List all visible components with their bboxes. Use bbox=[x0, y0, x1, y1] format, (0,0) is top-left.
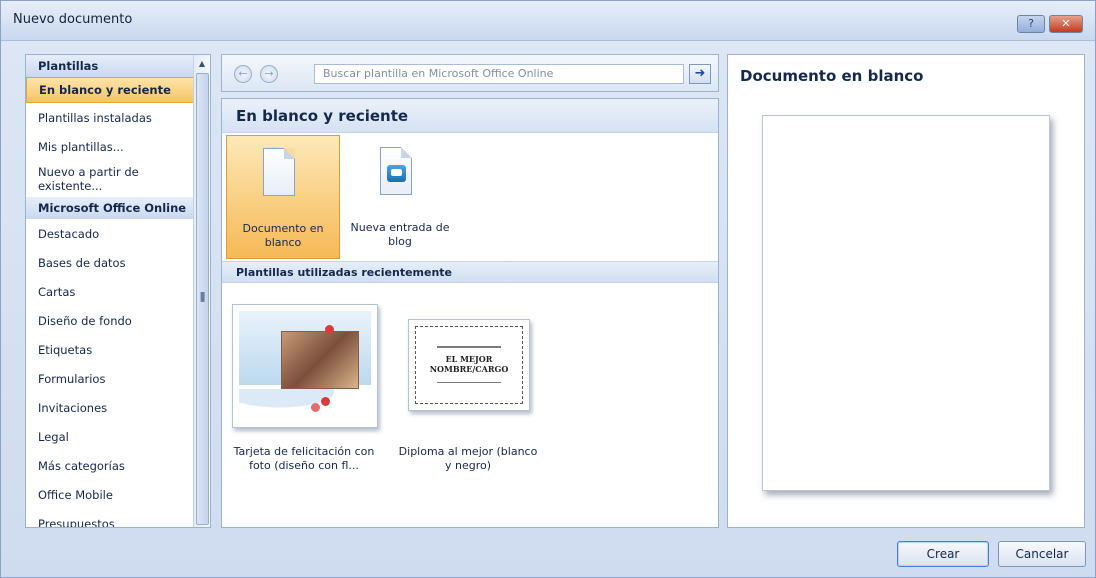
close-icon[interactable]: ✕ bbox=[1049, 15, 1083, 33]
photo-image bbox=[281, 331, 359, 389]
sidebar-list: Plantillas En blanco y reciente Plantill… bbox=[26, 55, 194, 528]
sidebar-item-etiquetas[interactable]: Etiquetas bbox=[26, 335, 194, 364]
search-toolbar: ← → Buscar plantilla en Microsoft Office… bbox=[221, 54, 719, 92]
sidebar-item-diseno-de-fondo[interactable]: Diseño de fondo bbox=[26, 306, 194, 335]
preview-title: Documento en blanco bbox=[740, 67, 924, 85]
window-title: Nuevo documento bbox=[13, 12, 133, 27]
sidebar-item-cartas[interactable]: Cartas bbox=[26, 277, 194, 306]
back-icon[interactable]: ← bbox=[234, 65, 252, 83]
scroll-thumb[interactable]: ▪ ▪ ▪ bbox=[196, 73, 209, 525]
recent-template-label: Diploma al mejor (blanco y negro) bbox=[398, 445, 538, 472]
sidebar-header-plantillas: Plantillas bbox=[26, 55, 194, 77]
thumbnail-greeting-card[interactable] bbox=[232, 304, 378, 428]
sidebar-item-en-blanco-y-reciente[interactable]: En blanco y reciente bbox=[26, 77, 194, 103]
create-button[interactable]: Crear bbox=[897, 541, 989, 567]
tile-label: Documento en blanco bbox=[242, 222, 324, 249]
diploma-text: EL MEJOR NOMBRE/CARGO bbox=[429, 354, 509, 374]
grip-icon: ▪ ▪ ▪ bbox=[200, 289, 206, 304]
scroll-up-icon[interactable]: ▲ bbox=[195, 56, 209, 71]
sidebar-item-mis-plantillas[interactable]: Mis plantillas... bbox=[26, 132, 194, 161]
tile-blog-post[interactable]: Nueva entrada de blog bbox=[344, 135, 456, 259]
blank-document-icon bbox=[263, 148, 295, 196]
sidebar-item-mas-categorias[interactable]: Más categorías bbox=[26, 451, 194, 480]
sidebar-item-formularios[interactable]: Formularios bbox=[26, 364, 194, 393]
sidebar-item-presupuestos[interactable]: Presupuestos bbox=[26, 509, 194, 528]
new-document-dialog: Nuevo documento ? ✕ Plantillas En blanco… bbox=[0, 0, 1096, 578]
recent-templates-header: Plantillas utilizadas recientemente bbox=[222, 261, 718, 283]
sidebar-header-microsoft-office-online: Microsoft Office Online bbox=[26, 197, 194, 219]
document-preview bbox=[762, 115, 1050, 491]
preview-pane: Documento en blanco bbox=[727, 54, 1085, 528]
tile-label: Nueva entrada de blog bbox=[350, 221, 450, 248]
sidebar-item-legal[interactable]: Legal bbox=[26, 422, 194, 451]
sidebar-item-destacado[interactable]: Destacado bbox=[26, 219, 194, 248]
sidebar-item-plantillas-instaladas[interactable]: Plantillas instaladas bbox=[26, 103, 194, 132]
title-bar: Nuevo documento ? ✕ bbox=[1, 1, 1095, 41]
search-go-icon[interactable]: ➜ bbox=[689, 64, 711, 84]
tile-blank-document[interactable]: Documento en blanco bbox=[226, 135, 340, 259]
sidebar-item-invitaciones[interactable]: Invitaciones bbox=[26, 393, 194, 422]
sidebar-scrollbar[interactable]: ▲ ▪ ▪ ▪ bbox=[193, 55, 210, 527]
sidebar-item-office-mobile[interactable]: Office Mobile bbox=[26, 480, 194, 509]
sidebar-item-bases-de-datos[interactable]: Bases de datos bbox=[26, 248, 194, 277]
cancel-button[interactable]: Cancelar bbox=[998, 541, 1086, 567]
thumbnail-diploma[interactable]: EL MEJOR NOMBRE/CARGO bbox=[408, 319, 530, 411]
blog-post-icon bbox=[380, 147, 412, 195]
forward-icon[interactable]: → bbox=[260, 65, 278, 83]
sidebar-item-nuevo-a-partir-de-existente[interactable]: Nuevo a partir de existente... bbox=[26, 161, 194, 197]
section-title: En blanco y reciente bbox=[222, 99, 718, 133]
template-gallery: En blanco y reciente Documento en blanco… bbox=[221, 98, 719, 528]
template-category-sidebar: Plantillas En blanco y reciente Plantill… bbox=[25, 54, 211, 528]
recent-template-label: Tarjeta de felicitación con foto (diseño… bbox=[233, 445, 375, 472]
help-icon[interactable]: ? bbox=[1017, 15, 1045, 33]
search-input[interactable]: Buscar plantilla en Microsoft Office Onl… bbox=[314, 64, 684, 84]
